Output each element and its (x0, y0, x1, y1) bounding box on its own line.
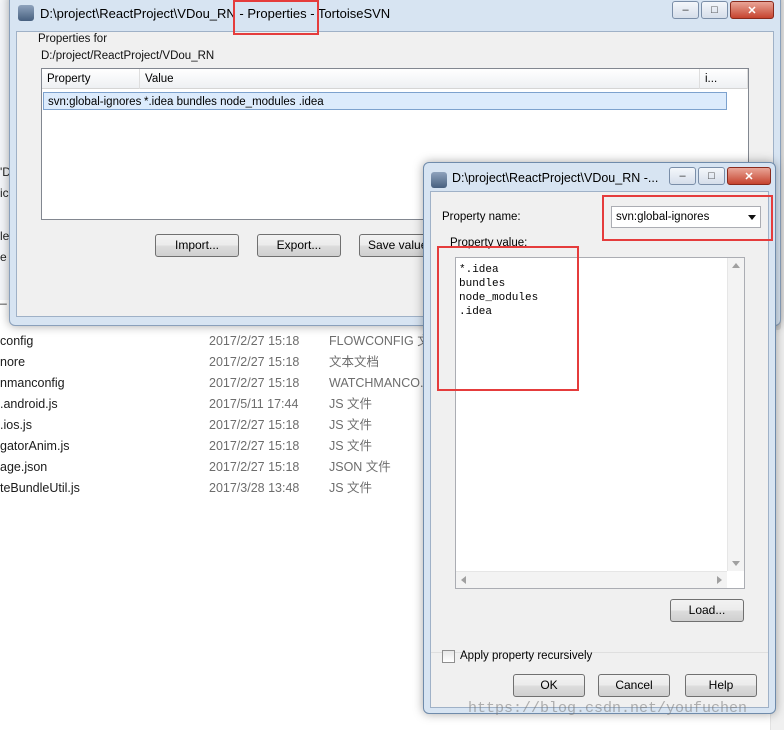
chevron-down-icon[interactable] (748, 215, 756, 220)
close-icon[interactable]: ✕ (730, 1, 774, 19)
edit-dialog-caption-buttons: – □ ✕ (667, 167, 771, 185)
tortoisesvn-icon (18, 5, 34, 21)
apply-recursively-checkbox[interactable] (442, 650, 455, 663)
file-name: gatorAnim.js (0, 439, 70, 453)
export-button[interactable]: Export... (257, 234, 341, 257)
edit-dialog-titlebar[interactable]: D:\project\ReactProject\VDou_RN -... – □… (424, 163, 775, 189)
properties-window-title: D:\project\ReactProject\VDou_RN - Proper… (40, 6, 391, 21)
minimize-icon[interactable]: – (672, 1, 699, 19)
load-button[interactable]: Load... (670, 599, 744, 622)
nav-fragment[interactable]: le (0, 229, 9, 243)
minimize-icon[interactable]: – (669, 167, 696, 185)
property-value-line: node_modules (459, 292, 539, 304)
column-property[interactable]: Property (42, 69, 140, 89)
file-date: 2017/2/27 15:18 (209, 439, 300, 453)
file-date: 2017/2/27 15:18 (209, 418, 300, 432)
property-name-combobox[interactable]: svn:global-ignores (611, 206, 761, 228)
file-date: 2017/5/11 17:44 (209, 397, 299, 411)
textarea-horizontal-scrollbar[interactable] (456, 571, 727, 588)
file-type: JS 文件 (329, 397, 373, 411)
file-type: JS 文件 (329, 418, 373, 432)
properties-list-header: Property Value i... (42, 69, 748, 89)
file-name: nmanconfig (0, 376, 65, 390)
nav-fragment[interactable]: _ (0, 291, 7, 305)
scroll-right-icon[interactable] (717, 576, 722, 584)
file-date: 2017/2/27 15:18 (209, 334, 300, 348)
scroll-left-icon[interactable] (461, 576, 466, 584)
property-value-label: Property value: (450, 237, 528, 249)
property-name-label: Property name: (442, 211, 521, 223)
file-type: FLOWCONFIG 文 (329, 334, 424, 348)
property-value-textarea[interactable]: *.idea bundles node_modules .idea (455, 257, 745, 589)
file-name: teBundleUtil.js (0, 481, 80, 495)
help-button[interactable]: Help (685, 674, 757, 697)
file-date: 2017/2/27 15:18 (209, 355, 300, 369)
file-name: config (0, 334, 34, 348)
maximize-icon[interactable]: □ (701, 1, 728, 19)
property-row[interactable]: svn:global-ignores *.idea bundles node_m… (43, 92, 727, 110)
file-name: .ios.js (0, 418, 32, 432)
textarea-vertical-scrollbar[interactable] (727, 258, 744, 571)
properties-caption-buttons: – □ ✕ (670, 1, 774, 19)
nav-fragment[interactable]: ic (0, 186, 9, 200)
file-name: .android.js (0, 397, 58, 411)
file-type: JS 文件 (329, 481, 373, 495)
property-value-line: .idea (459, 306, 493, 318)
maximize-icon[interactable]: □ (698, 167, 725, 185)
properties-path: D:/project/ReactProject/VDou_RN (41, 50, 215, 62)
file-type: JSON 文件 (329, 460, 391, 474)
edit-dialog-client-area: Property name: svn:global-ignores Proper… (430, 191, 769, 708)
close-icon[interactable]: ✕ (727, 167, 771, 185)
edit-property-dialog: D:\project\ReactProject\VDou_RN -... – □… (423, 162, 776, 714)
property-value-line: *.idea (459, 264, 499, 276)
import-button[interactable]: Import... (155, 234, 239, 257)
ok-button[interactable]: OK (513, 674, 585, 697)
file-type: 文本文档 (329, 355, 380, 369)
scroll-up-icon[interactable] (732, 263, 740, 268)
property-value-cell: *.idea bundles node_modules .idea (144, 96, 324, 108)
apply-recursively-label[interactable]: Apply property recursively (460, 650, 592, 662)
watermark: https://blog.csdn.net/youfuchen (468, 700, 748, 717)
file-date: 2017/2/27 15:18 (209, 460, 300, 474)
nav-fragment[interactable]: e (0, 250, 7, 264)
property-name-combobox-value: svn:global-ignores (616, 211, 710, 223)
scroll-down-icon[interactable] (732, 561, 740, 566)
tortoisesvn-icon (431, 172, 447, 188)
properties-titlebar[interactable]: D:\project\ReactProject\VDou_RN - Proper… (10, 0, 780, 21)
file-date: 2017/3/28 13:48 (209, 481, 300, 495)
column-value[interactable]: Value (140, 69, 700, 89)
properties-for-label: Properties for (38, 33, 108, 45)
cancel-button[interactable]: Cancel (598, 674, 670, 697)
edit-dialog-title: D:\project\ReactProject\VDou_RN -... (452, 171, 659, 185)
property-name-cell: svn:global-ignores (48, 96, 142, 108)
property-value-line: bundles (459, 278, 506, 290)
file-type: WATCHMANCO... (329, 376, 424, 390)
file-type: JS 文件 (329, 439, 373, 453)
column-info[interactable]: i... (700, 69, 748, 89)
file-date: 2017/2/27 15:18 (209, 376, 300, 390)
file-name: nore (0, 355, 26, 369)
file-name: age.json (0, 460, 48, 474)
